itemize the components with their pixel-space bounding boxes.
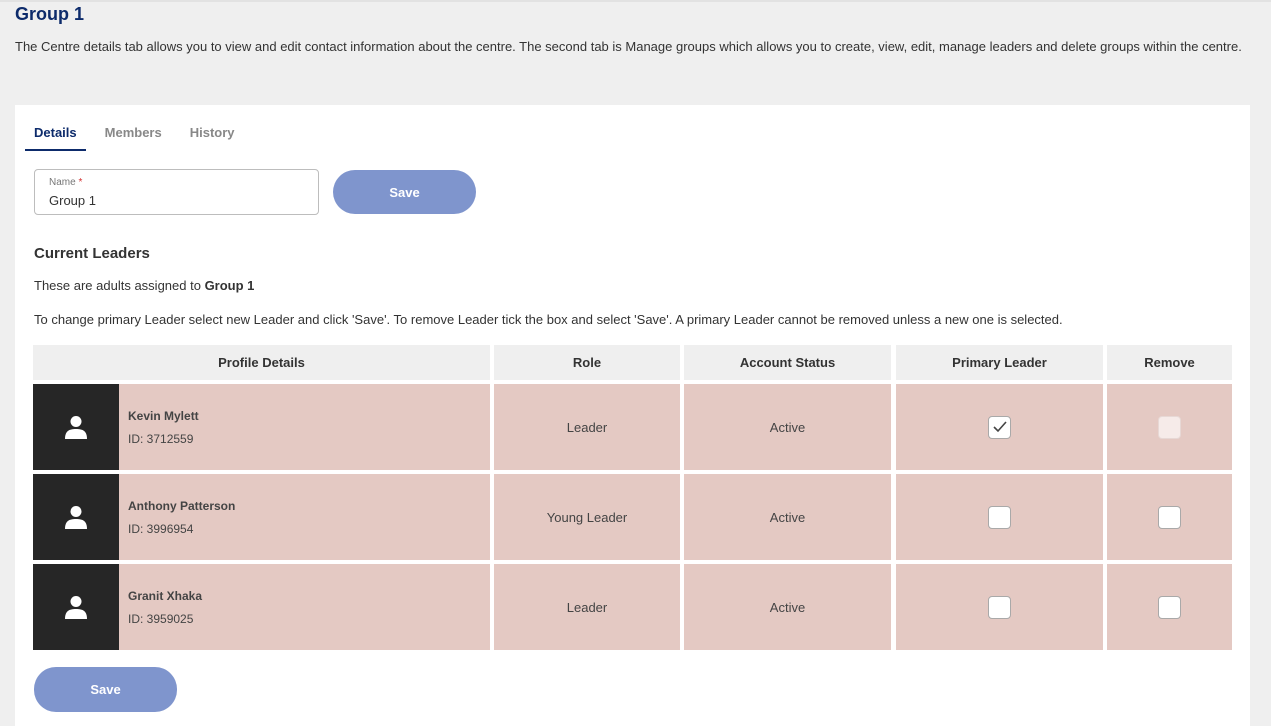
status-cell: Active	[684, 564, 891, 650]
user-icon	[65, 506, 87, 529]
leader-name: Kevin Mylett	[128, 408, 199, 423]
user-icon	[65, 596, 87, 619]
primary-cell	[896, 384, 1103, 470]
profile-cell: Anthony Patterson ID: 3996954	[33, 474, 490, 560]
primary-cell	[896, 474, 1103, 560]
tab-details[interactable]: Details	[25, 123, 86, 151]
leader-name: Granit Xhaka	[128, 588, 203, 603]
remove-checkbox[interactable]	[1158, 595, 1181, 619]
col-account-status: Account Status	[684, 345, 891, 380]
avatar	[33, 474, 119, 560]
top-border	[0, 0, 1271, 2]
profile-cell: Kevin Mylett ID: 3712559	[33, 384, 490, 470]
col-primary-leader: Primary Leader	[896, 345, 1103, 380]
required-marker: *	[78, 177, 83, 188]
assigned-text: These are adults assigned to Group 1	[34, 278, 255, 293]
leader-id: ID: 3996954	[128, 521, 194, 536]
role-cell: Young Leader	[494, 474, 680, 560]
name-field-label: Name *	[49, 177, 83, 188]
table-row: Kevin Mylett ID: 3712559 Leader Active	[33, 384, 1233, 470]
col-profile-details: Profile Details	[33, 345, 490, 380]
remove-cell	[1107, 564, 1232, 650]
leaders-table: Profile Details Role Account Status Prim…	[33, 345, 1233, 650]
status-cell: Active	[684, 474, 891, 560]
leader-id: ID: 3959025	[128, 611, 194, 626]
avatar	[33, 384, 119, 470]
tab-history[interactable]: History	[181, 123, 244, 151]
col-role: Role	[494, 345, 680, 380]
primary-leader-checkbox[interactable]	[988, 415, 1011, 439]
tab-members[interactable]: Members	[96, 123, 171, 151]
tab-bar: Details Members History	[25, 123, 254, 151]
role-cell: Leader	[494, 564, 680, 650]
current-leaders-heading: Current Leaders	[34, 245, 150, 262]
remove-cell	[1107, 474, 1232, 560]
avatar	[33, 564, 119, 650]
page-intro: The Centre details tab allows you to vie…	[15, 39, 1242, 54]
checkmark-icon	[992, 421, 1007, 433]
col-remove: Remove	[1107, 345, 1232, 380]
remove-cell	[1107, 384, 1232, 470]
leader-name: Anthony Patterson	[128, 498, 236, 513]
primary-cell	[896, 564, 1103, 650]
status-cell: Active	[684, 384, 891, 470]
table-row: Anthony Patterson ID: 3996954 Young Lead…	[33, 474, 1233, 560]
table-row: Granit Xhaka ID: 3959025 Leader Active	[33, 564, 1233, 650]
save-leaders-button[interactable]: Save	[34, 667, 177, 712]
name-field[interactable]: Name *	[34, 169, 319, 215]
table-header: Profile Details Role Account Status Prim…	[33, 345, 1233, 380]
remove-checkbox[interactable]	[1158, 505, 1181, 529]
profile-cell: Granit Xhaka ID: 3959025	[33, 564, 490, 650]
save-button[interactable]: Save	[333, 170, 476, 214]
role-cell: Leader	[494, 384, 680, 470]
leader-id: ID: 3712559	[128, 431, 194, 446]
primary-leader-checkbox[interactable]	[988, 595, 1011, 619]
user-icon	[65, 416, 87, 439]
assigned-group-name: Group 1	[204, 278, 255, 293]
group-details-card: Details Members History Name * Save Curr…	[15, 105, 1250, 726]
leader-instructions: To change primary Leader select new Lead…	[34, 312, 1063, 327]
page-title: Group 1	[15, 4, 85, 24]
remove-checkbox	[1158, 415, 1181, 439]
primary-leader-checkbox[interactable]	[988, 505, 1011, 529]
name-input[interactable]	[49, 191, 304, 209]
